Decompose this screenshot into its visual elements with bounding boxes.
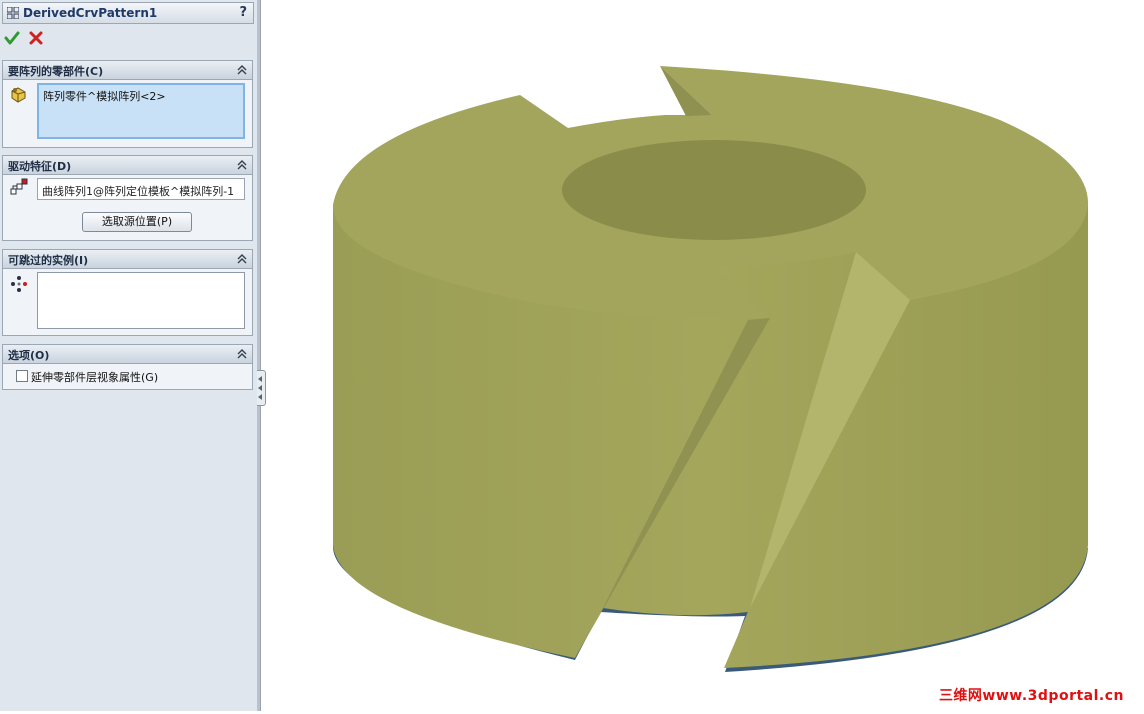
collapse-chevron-icon[interactable] — [237, 253, 247, 265]
center-hole — [562, 140, 866, 240]
collapse-chevron-icon[interactable] — [237, 159, 247, 171]
driving-feature-value: 曲线阵列1@阵列定位模板^模拟阵列-1 — [42, 185, 235, 198]
skip-instances-icon — [11, 276, 27, 292]
components-to-pattern-header[interactable]: 要阵列的零部件(C) — [3, 61, 252, 80]
propagate-visual-properties-label[interactable]: 延伸零部件层视象属性(G) — [31, 369, 158, 385]
instances-to-skip-header[interactable]: 可跳过的实例(I) — [3, 250, 252, 269]
collapse-chevron-icon[interactable] — [237, 64, 247, 76]
graphics-viewport[interactable]: 三维网www.3dportal.cn — [262, 0, 1144, 711]
group-title: 可跳过的实例(I) — [8, 254, 89, 267]
components-to-pattern-group: 要阵列的零部件(C) 阵列零件^模拟阵列<2> — [2, 60, 253, 148]
pattern-feature-icon — [7, 7, 19, 19]
select-source-position-button[interactable]: 选取源位置(P) — [82, 212, 192, 232]
group-title: 选项(O) — [8, 349, 50, 362]
property-manager: DerivedCrvPattern1 ? 要阵列的零部件(C) 阵列零件^模拟阵… — [0, 0, 258, 711]
instances-to-skip-group: 可跳过的实例(I) — [2, 249, 253, 336]
panel-splitter[interactable] — [257, 0, 261, 711]
group-title: 驱动特征(D) — [8, 160, 72, 173]
driving-feature-icon — [10, 178, 28, 195]
collapse-chevron-icon[interactable] — [237, 348, 247, 360]
component-icon — [11, 87, 26, 103]
driving-feature-header[interactable]: 驱动特征(D) — [3, 156, 252, 175]
driving-feature-group: 驱动特征(D) 曲线阵列1@阵列定位模板^模拟阵列-1 选取源位置(P) — [2, 155, 253, 241]
property-manager-titlebar: DerivedCrvPattern1 ? — [2, 2, 254, 24]
group-title: 要阵列的零部件(C) — [8, 65, 104, 78]
driving-feature-field[interactable]: 曲线阵列1@阵列定位模板^模拟阵列-1 — [37, 178, 245, 200]
ok-checkmark-icon[interactable] — [4, 30, 20, 46]
site-watermark: 三维网www.3dportal.cn — [938, 688, 1124, 704]
help-button[interactable]: ? — [239, 5, 247, 20]
patterned-part-model[interactable] — [262, 0, 1144, 711]
components-listbox[interactable]: 阵列零件^模拟阵列<2> — [37, 83, 245, 139]
options-group: 选项(O) 延伸零部件层视象属性(G) — [2, 344, 253, 390]
list-item[interactable]: 阵列零件^模拟阵列<2> — [43, 88, 166, 104]
options-header[interactable]: 选项(O) — [3, 345, 252, 364]
propagate-visual-properties-checkbox[interactable] — [16, 370, 28, 382]
skip-instances-listbox[interactable] — [37, 272, 245, 329]
feature-title: DerivedCrvPattern1 — [23, 6, 158, 20]
cancel-x-icon[interactable] — [28, 30, 44, 46]
